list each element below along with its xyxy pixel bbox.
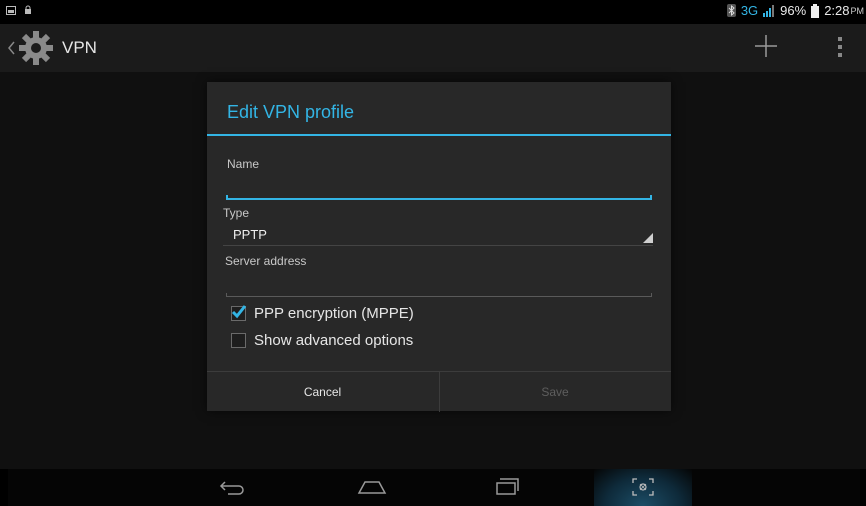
recent-apps-button[interactable] — [488, 470, 528, 504]
show-advanced-checkbox[interactable] — [231, 333, 246, 348]
back-chevron-icon — [8, 41, 15, 55]
type-value: PPTP — [233, 227, 267, 242]
dropdown-arrow-icon — [643, 233, 653, 243]
dialog-title: Edit VPN profile — [227, 102, 355, 122]
clock-time: 2:28 — [824, 3, 850, 18]
home-button[interactable] — [352, 470, 392, 504]
notification-icons — [6, 5, 32, 15]
add-icon[interactable] — [752, 32, 780, 60]
system-icons: 3G 96% 2:28 PM — [726, 3, 865, 18]
ppp-encryption-checkbox[interactable] — [231, 305, 247, 321]
lock-icon — [25, 5, 31, 14]
up-navigation[interactable] — [8, 29, 56, 67]
name-label: Name — [227, 157, 260, 171]
action-bar: VPN — [0, 24, 866, 72]
name-field[interactable] — [227, 176, 655, 198]
battery-icon — [811, 3, 820, 18]
screenshot-button[interactable] — [623, 470, 663, 504]
screenshot-notification-icon — [6, 5, 16, 15]
title-divider — [207, 134, 671, 136]
overflow-menu-icon[interactable] — [836, 36, 844, 58]
navigation-bar-strip — [8, 469, 860, 506]
status-bar: 3G 96% 2:28 PM — [0, 0, 866, 24]
battery-percent: 96% — [780, 3, 807, 18]
home-icon — [357, 481, 387, 494]
type-label: Type — [223, 206, 250, 220]
back-icon — [219, 481, 244, 495]
edit-vpn-dialog: Edit VPN profile Name Type PPTP Server a… — [207, 82, 671, 412]
action-bar-title: VPN — [62, 38, 97, 57]
checkmark-icon — [231, 305, 247, 319]
name-field-underline — [226, 195, 652, 200]
network-type: 3G — [740, 3, 759, 18]
type-spinner-underline — [223, 245, 653, 246]
ppp-encryption-row[interactable]: PPP encryption (MPPE) — [231, 305, 414, 322]
cancel-button[interactable]: Cancel — [207, 372, 438, 412]
bluetooth-icon — [726, 4, 736, 17]
dialog-button-bar: Cancel Save — [207, 371, 671, 412]
clock-ampm: PM — [850, 5, 865, 16]
show-advanced-label: Show advanced options — [254, 332, 414, 349]
signal-icon — [763, 4, 775, 17]
show-advanced-row[interactable]: Show advanced options — [231, 332, 413, 349]
type-spinner[interactable]: PPTP — [223, 220, 653, 246]
settings-gear-icon — [19, 31, 53, 65]
server-address-underline — [226, 293, 652, 297]
recent-apps-icon — [496, 478, 519, 495]
server-address-label: Server address — [225, 254, 307, 268]
back-button[interactable] — [212, 470, 252, 504]
save-button[interactable]: Save — [439, 372, 670, 412]
screenshot-icon — [632, 478, 654, 496]
ppp-encryption-label: PPP encryption (MPPE) — [254, 305, 414, 322]
server-address-field[interactable] — [227, 272, 655, 294]
